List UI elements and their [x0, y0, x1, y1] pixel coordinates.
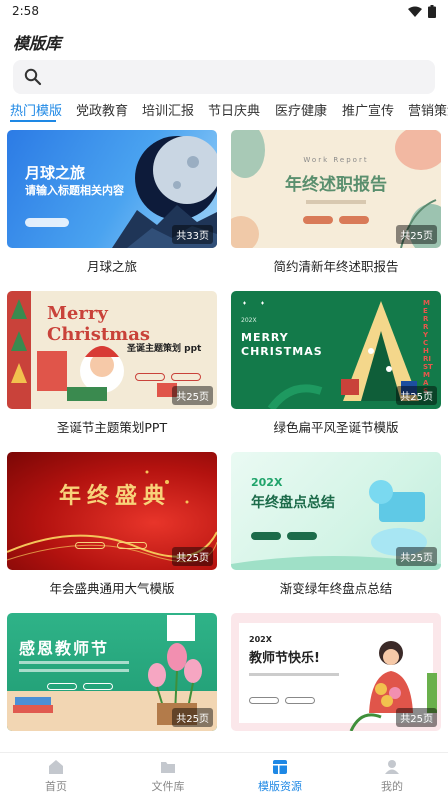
tab-party-education[interactable]: 党政教育 — [76, 100, 128, 119]
template-thumbnail[interactable]: 年终盛典 共25页 — [7, 452, 217, 570]
search-input[interactable] — [13, 60, 435, 94]
template-card[interactable]: 月球之旅 请输入标题相关内容 共33页 月球之旅 — [7, 130, 217, 274]
template-title: 渐变绿年终盘点总结 — [279, 581, 393, 596]
search-icon — [24, 68, 42, 86]
template-card[interactable]: Merry Christmas 圣诞主题策划 ppt 共25页 圣诞节主题策划P… — [7, 291, 217, 435]
template-thumbnail[interactable]: Merry Christmas 圣诞主题策划 ppt 共25页 — [7, 291, 217, 409]
nav-files[interactable]: 文件库 — [112, 753, 224, 797]
home-icon — [49, 760, 63, 774]
tab-marketing[interactable]: 营销策划 — [408, 100, 448, 119]
thumb-pill — [249, 697, 279, 704]
template-thumbnail[interactable]: 感恩教师节 共25页 — [7, 613, 217, 731]
thumb-subtitle: 圣诞主题策划 ppt — [127, 344, 202, 354]
template-card[interactable]: Work Report 年终述职报告 共25页 简约清新年终述职报告 — [231, 130, 441, 274]
template-card[interactable]: 感恩教师节 共25页 — [7, 613, 217, 731]
status-icons — [408, 4, 436, 18]
template-card[interactable]: 年终盛典 共25页 年会盛典通用大气模版 — [7, 452, 217, 596]
thumb-line — [19, 661, 129, 664]
thumb-heading: 月球之旅 — [25, 164, 86, 182]
pages-badge: 共25页 — [396, 708, 437, 727]
pages-badge: 共25页 — [396, 386, 437, 405]
wifi-icon — [408, 6, 422, 17]
nav-profile[interactable]: 我的 — [336, 753, 448, 797]
thumb-side-text: MERRY CHRISTMAS — [423, 299, 433, 395]
thumb-heading: 年终述职报告 — [285, 175, 387, 195]
tab-indicator — [10, 120, 56, 122]
thumb-heading: Merry Christmas — [47, 303, 151, 345]
thumb-pill — [285, 697, 315, 704]
thumb-heading: 年终盛典 — [59, 484, 172, 509]
thumb-pill — [171, 373, 201, 381]
thumb-pill — [303, 216, 333, 224]
tab-training-report[interactable]: 培训汇报 — [142, 100, 194, 119]
thumb-pill — [135, 373, 165, 381]
thumb-line — [249, 673, 339, 676]
tab-medical[interactable]: 医疗健康 — [275, 100, 327, 119]
folder-icon — [161, 762, 175, 773]
template-title: 简约清新年终述职报告 — [273, 259, 399, 274]
pages-badge: 共25页 — [172, 386, 213, 405]
thumb-top-text: Work Report — [303, 156, 369, 164]
template-card[interactable]: 202X MERRY CHRISTMAS MERRY CHRISTMAS 共25… — [231, 291, 441, 435]
pages-badge: 共33页 — [172, 225, 213, 244]
template-thumbnail[interactable]: 月球之旅 请输入标题相关内容 共33页 — [7, 130, 217, 248]
thumb-heading: 年终盘点总结 — [251, 495, 335, 511]
nav-templates[interactable]: 模版资源 — [224, 753, 336, 797]
thumb-line1: MERRY — [241, 331, 289, 344]
thumb-pill — [83, 683, 113, 690]
thumb-line — [19, 669, 129, 672]
user-icon — [385, 760, 399, 774]
template-card[interactable]: 202X 年终盘点总结 共25页 渐变绿年终盘点总结 — [231, 452, 441, 596]
pages-badge: 共25页 — [172, 547, 213, 566]
pages-badge: 共25页 — [396, 225, 437, 244]
template-thumbnail[interactable]: 202X MERRY CHRISTMAS MERRY CHRISTMAS 共25… — [231, 291, 441, 409]
template-card[interactable]: 202X 教师节快乐! 共25页 — [231, 613, 441, 731]
thumb-pill — [287, 532, 317, 540]
nav-label: 我的 — [381, 780, 403, 793]
thumb-subtitle: 请输入标题相关内容 — [25, 184, 124, 197]
status-time: 2:58 — [12, 4, 39, 18]
page-title: 模版库 — [13, 34, 62, 53]
thumb-pill — [25, 218, 69, 227]
battery-icon — [428, 4, 436, 18]
tab-promotion[interactable]: 推广宣传 — [342, 100, 394, 119]
tab-holiday[interactable]: 节日庆典 — [208, 100, 260, 119]
thumb-year: 202X — [249, 635, 272, 644]
template-title: 绿色扁平风圣诞节模版 — [273, 420, 399, 435]
nav-home[interactable]: 首页 — [0, 753, 112, 797]
pages-badge: 共25页 — [172, 708, 213, 727]
tab-hot[interactable]: 热门模版 — [10, 100, 62, 119]
pages-badge: 共25页 — [396, 547, 437, 566]
template-title: 年会盛典通用大气模版 — [49, 581, 175, 596]
template-thumbnail[interactable]: 202X 教师节快乐! 共25页 — [231, 613, 441, 731]
status-bar: 2:58 — [0, 0, 448, 22]
bottom-nav: 首页 文件库 模版资源 我的 — [0, 752, 448, 797]
thumb-pill — [47, 683, 77, 690]
template-thumbnail[interactable]: 202X 年终盘点总结 共25页 — [231, 452, 441, 570]
template-title: 月球之旅 — [86, 259, 137, 274]
thumb-pill — [251, 532, 281, 540]
thumb-year: 202X — [241, 317, 257, 324]
nav-label: 文件库 — [151, 780, 185, 793]
thumb-pill — [339, 216, 369, 224]
category-tabs: 热门模版 党政教育 培训汇报 节日庆典 医疗健康 推广宣传 营销策划 — [0, 98, 448, 122]
thumb-year: 202X — [251, 476, 283, 489]
thumb-heading: 感恩教师节 — [19, 639, 110, 658]
nav-label: 模版资源 — [258, 780, 302, 793]
thumb-line — [306, 200, 366, 204]
thumb-pill — [117, 542, 147, 549]
thumb-pill — [75, 542, 105, 549]
nav-label: 首页 — [45, 780, 67, 793]
template-icon — [273, 760, 287, 774]
template-thumbnail[interactable]: Work Report 年终述职报告 共25页 — [231, 130, 441, 248]
thumb-heading: 教师节快乐! — [249, 651, 320, 666]
thumb-line2: CHRISTMAS — [241, 345, 323, 358]
template-title: 圣诞节主题策划PPT — [56, 420, 168, 435]
